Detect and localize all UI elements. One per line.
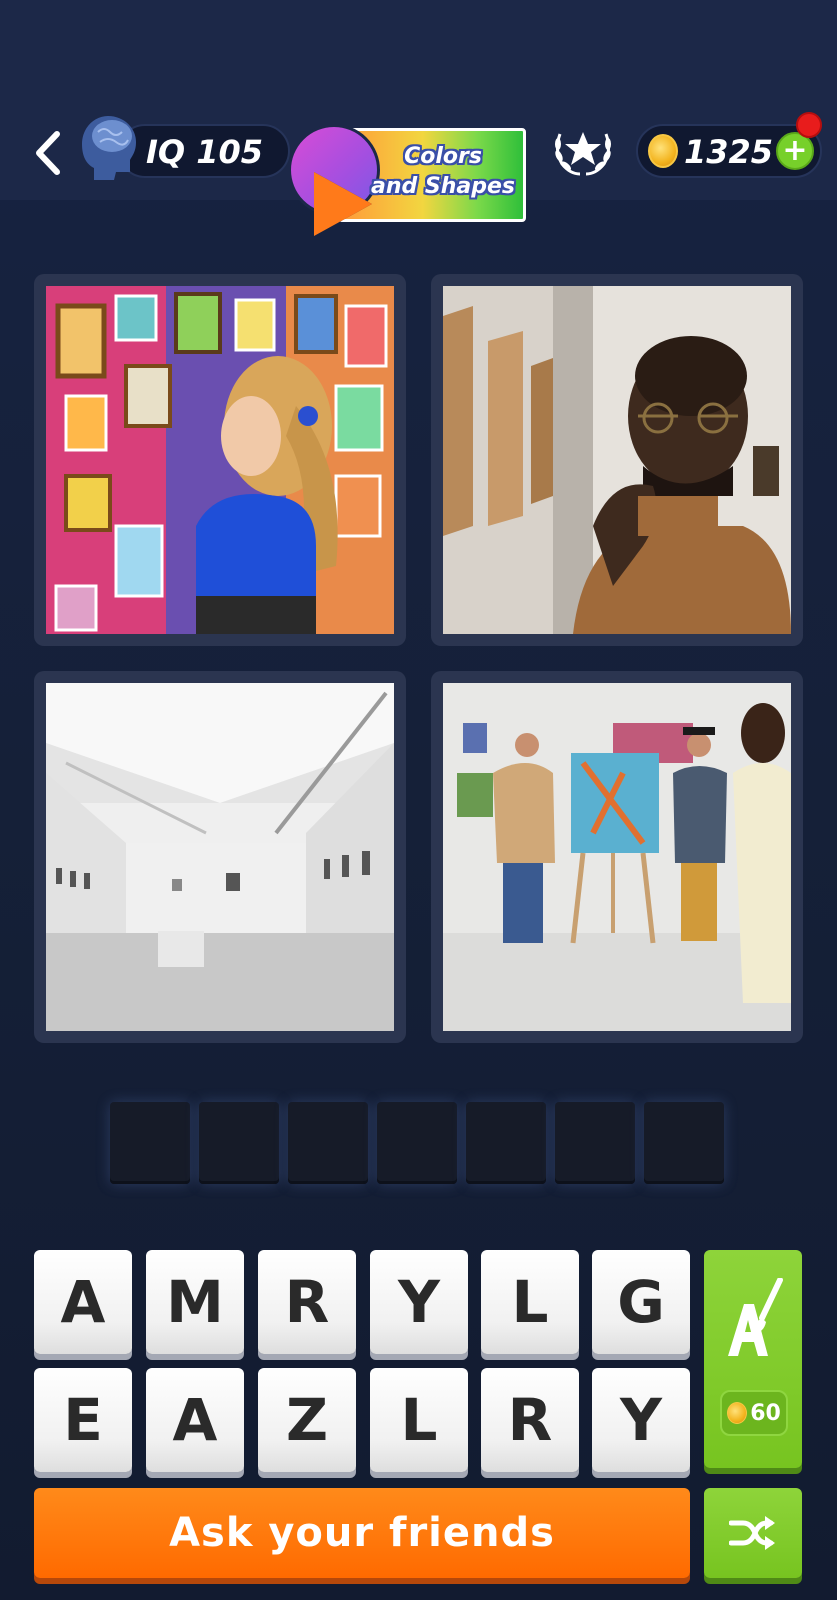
answer-slot[interactable] [466,1102,546,1184]
clue-picture-2[interactable] [431,274,803,646]
back-button[interactable] [28,128,68,178]
letter-key[interactable]: Y [370,1250,468,1354]
letter-key[interactable]: R [258,1250,356,1354]
letter-key-label: M [166,1268,224,1336]
hint-cost: 60 [750,1400,781,1426]
coin-icon [648,134,678,168]
iq-level-text: IQ 105 [146,133,264,171]
reveal-letter-hint-button[interactable]: 60 [704,1250,802,1468]
shuffle-button[interactable] [704,1488,802,1578]
empty-gallery-hall-image [46,683,394,1031]
brain-head-icon [78,112,140,182]
answer-slot[interactable] [555,1102,635,1184]
letter-key-label: L [400,1386,438,1454]
letter-key-label: Y [620,1386,662,1454]
letter-key[interactable]: Z [258,1368,356,1472]
people-discussing-painting-image [443,683,791,1031]
letter-key[interactable]: L [481,1250,579,1354]
letter-key[interactable]: R [481,1368,579,1472]
answer-slot[interactable] [110,1102,190,1184]
clue-picture-1[interactable] [34,274,406,646]
star-laurel-icon[interactable] [550,120,616,180]
letter-key[interactable]: E [34,1368,132,1472]
girl-looking-at-paintings-image [46,286,394,634]
answer-slots [110,1102,730,1184]
letter-key-label: R [284,1268,330,1336]
letter-key[interactable]: L [370,1368,468,1472]
letter-key-label: Z [285,1386,329,1454]
letter-key-label: R [507,1386,553,1454]
pack-title: Colors and Shapes [370,144,516,199]
letter-key-label: G [617,1268,665,1336]
shuffle-icon [729,1516,775,1550]
hint-cost-badge: 60 [720,1390,788,1436]
coin-count: 1325 [684,133,774,171]
clue-picture-3[interactable] [34,671,406,1043]
coin-icon [727,1402,748,1424]
plus-icon: + [782,133,808,168]
notification-dot [796,112,822,138]
answer-slot[interactable] [644,1102,724,1184]
pack-badge[interactable]: Colors and Shapes [288,124,538,244]
letter-key-label: Y [398,1268,440,1336]
answer-slot[interactable] [377,1102,457,1184]
letter-key[interactable]: A [146,1368,244,1472]
letter-key[interactable]: A [34,1250,132,1354]
paint-brush-letter-icon [728,1278,783,1356]
letter-key-label: L [511,1268,549,1336]
chevron-left-icon [36,131,60,175]
clue-picture-4[interactable] [431,671,803,1043]
man-thinking-in-gallery-image [443,286,791,634]
letter-key-label: A [60,1268,106,1336]
letter-key[interactable]: M [146,1250,244,1354]
letter-key-label: A [172,1386,218,1454]
answer-slot[interactable] [288,1102,368,1184]
answer-slot[interactable] [199,1102,279,1184]
letter-key[interactable]: Y [592,1368,690,1472]
ask-friends-label: Ask your friends [169,1510,555,1556]
ask-friends-button[interactable]: Ask your friends [34,1488,690,1578]
letter-key[interactable]: G [592,1250,690,1354]
letter-key-label: E [63,1386,103,1454]
